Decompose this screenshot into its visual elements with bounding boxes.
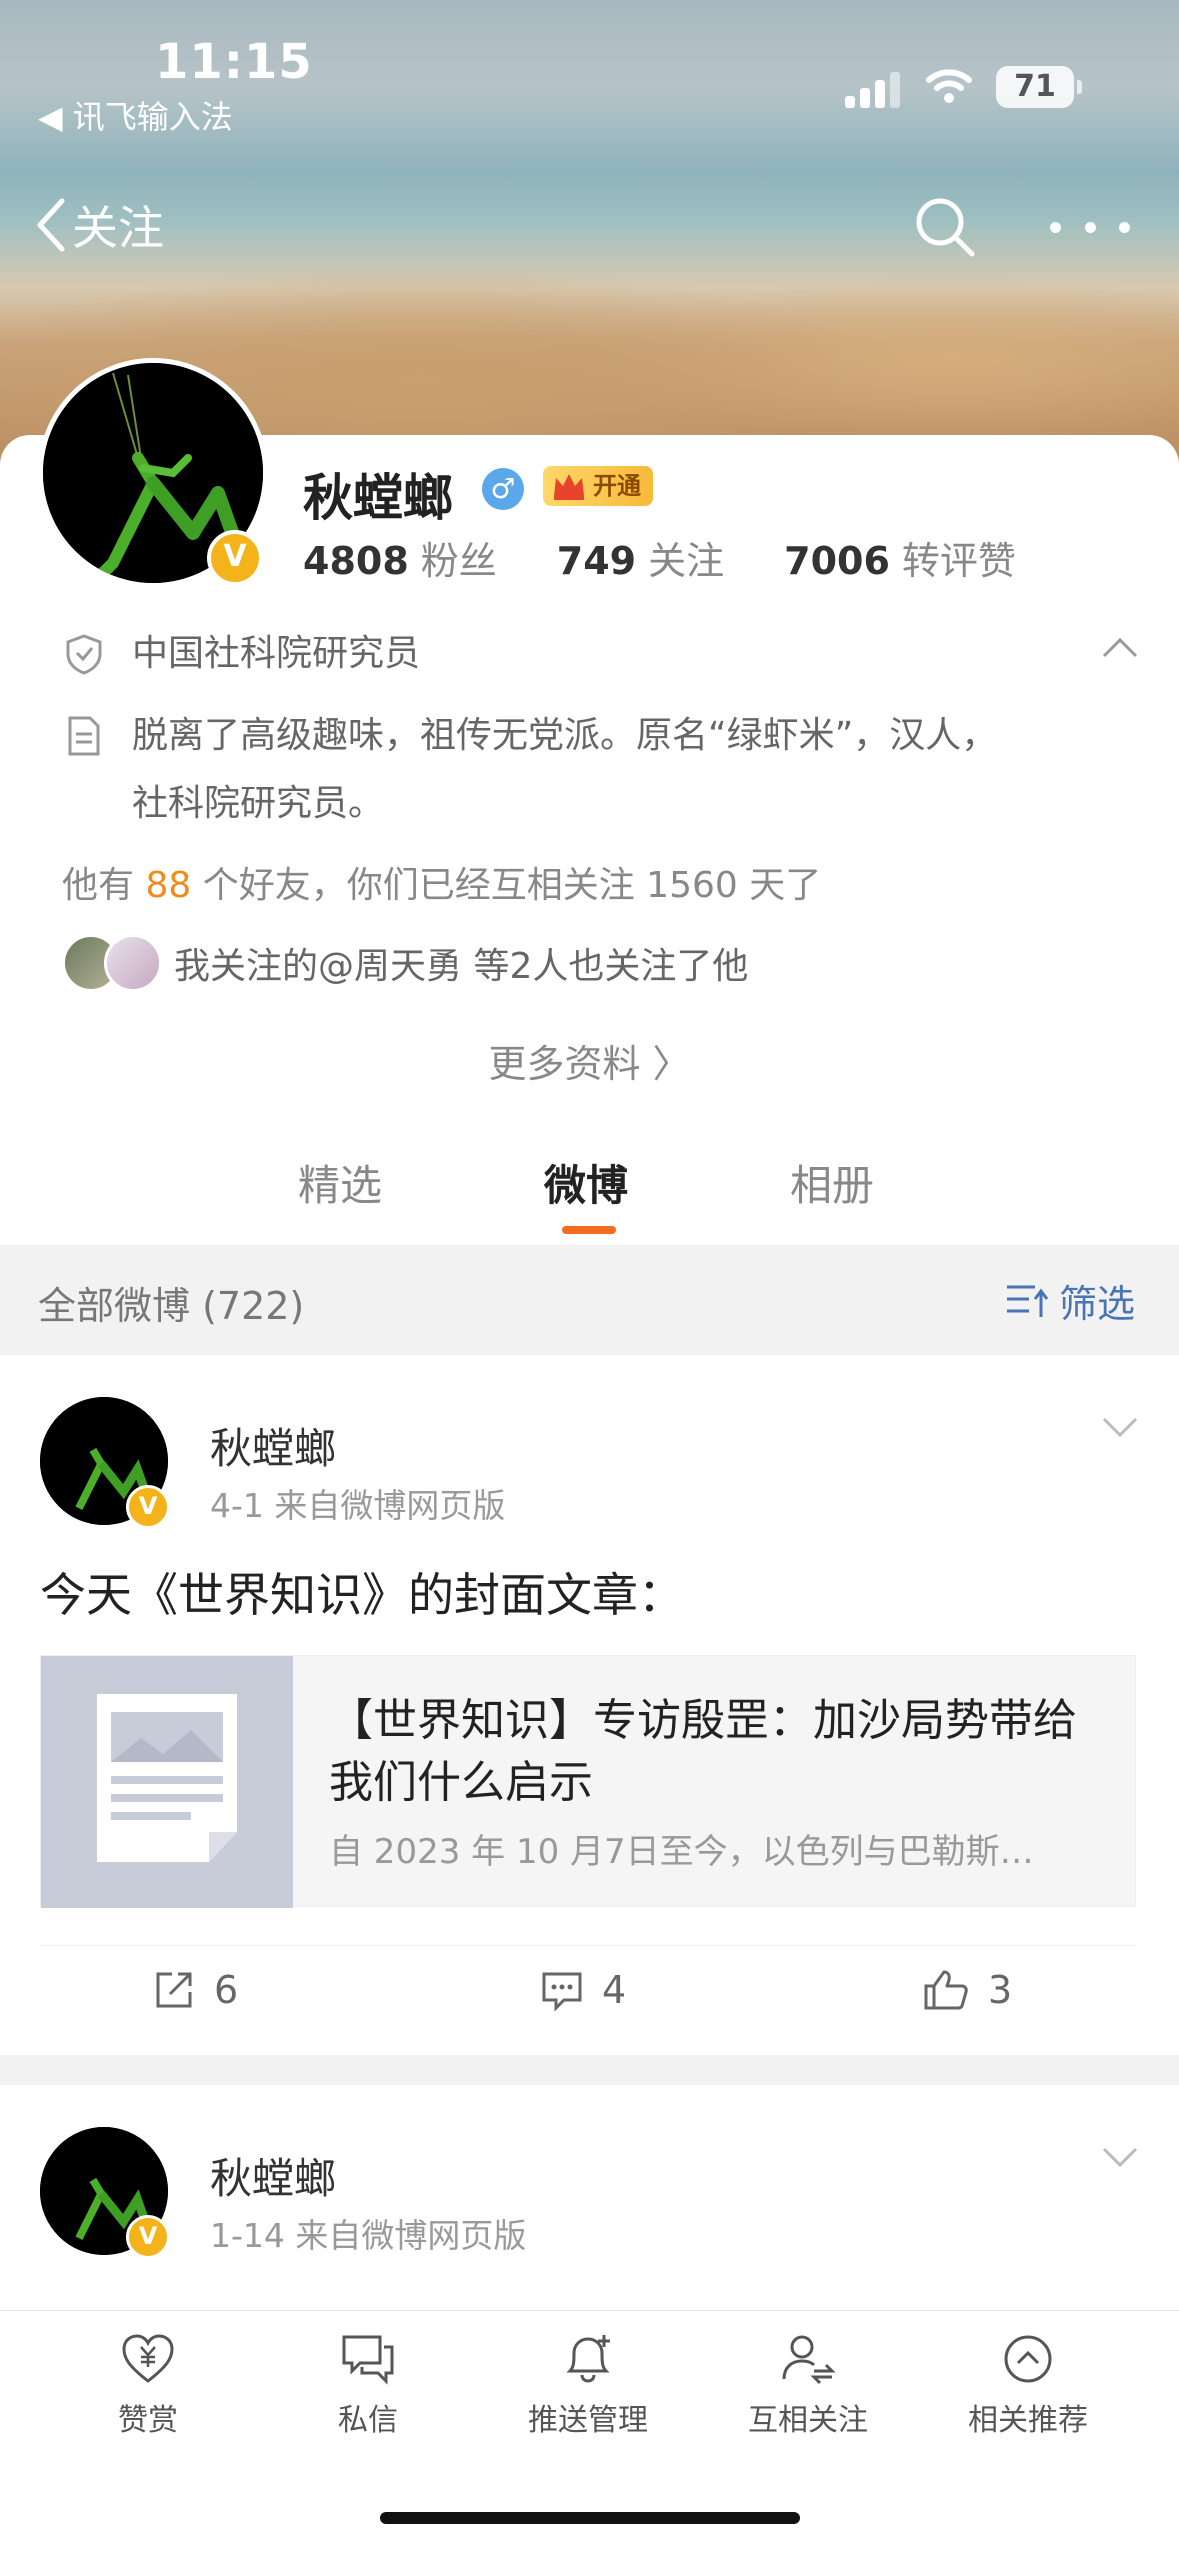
post-card[interactable]: V 秋螳螂 1-14 来自微博网页版 — [0, 2085, 1179, 2315]
document-icon — [68, 716, 100, 756]
mutual-follow-button[interactable]: 互相关注 — [708, 2333, 908, 2439]
chevron-left-icon — [37, 198, 65, 252]
post-meta: 4-1 来自微博网页版 — [210, 1486, 506, 1525]
stat-following[interactable]: 749 关注 — [557, 530, 724, 585]
back-to-app[interactable]: ◀ 讯飞输入法 — [38, 92, 233, 138]
stat-fans[interactable]: 4808 粉丝 — [303, 530, 497, 585]
search-icon[interactable] — [910, 192, 980, 262]
more-options-icon[interactable] — [1050, 192, 1130, 262]
verified-badge-icon: V — [126, 1485, 170, 1529]
friends-summary[interactable]: 他有 88 个好友，你们已经互相关注 1560 天了 — [62, 856, 821, 908]
friends-count: 88 — [145, 865, 192, 906]
recommend-icon — [1004, 2335, 1052, 2383]
mutual-text: 我关注的@周天勇 等2人也关注了他 — [174, 946, 749, 987]
home-indicator — [380, 2512, 800, 2524]
bell-plus-icon — [566, 2335, 610, 2383]
chevron-down-icon[interactable] — [1100, 1411, 1140, 1441]
status-time: 11:15 — [155, 34, 313, 90]
avatar — [104, 934, 162, 992]
cellular-signal-icon — [845, 72, 901, 108]
battery-indicator: 71 — [996, 66, 1082, 108]
document-image-icon — [97, 1694, 237, 1862]
push-management-button[interactable]: 推送管理 — [488, 2333, 688, 2439]
bio-line-1: 脱离了高级趣味，祖传无党派。原名“绿虾米”，汉人， — [132, 715, 998, 756]
filter-bar: 全部微博 (722) 筛选 — [0, 1245, 1179, 1355]
profile-tabs: 精选 微博 相册 — [0, 1140, 1179, 1240]
like-button[interactable]: 3 — [922, 1968, 1012, 2012]
bio-line-2: 社科院研究员。 — [132, 783, 385, 824]
post-author[interactable]: 秋螳螂 — [210, 2145, 336, 2206]
post-text: 今天《世界知识》的封面文章： — [40, 1568, 684, 1622]
profile-stats: 4808 粉丝 749 关注 7006 转评赞 — [303, 530, 1076, 585]
shield-icon — [66, 634, 102, 675]
link-card[interactable]: 【世界知识】专访殷罡：加沙局势带给我们什么启示 自 2023 年 10 月7日至… — [40, 1655, 1136, 1908]
post-actions: 6 4 3 — [40, 1945, 1136, 2055]
article-thumbnail — [41, 1656, 293, 1908]
chevron-down-icon[interactable] — [1100, 2141, 1140, 2171]
verified-badge-icon: V — [126, 2215, 170, 2259]
reward-button[interactable]: 赞赏 — [48, 2333, 248, 2439]
link-summary: 自 2023 年 10 月7日至今，以色列与巴勒斯… — [329, 1832, 1034, 1872]
mutual-followers-row[interactable]: 我关注的@周天勇 等2人也关注了他 — [62, 934, 748, 992]
bio-row: 脱离了高级趣味，祖传无党派。原名“绿虾米”，汉人， 社科院研究员。 — [62, 702, 997, 838]
post-meta: 1-14 来自微博网页版 — [210, 2216, 527, 2255]
stat-interactions[interactable]: 7006 转评赞 — [784, 530, 1016, 585]
heart-yen-icon — [122, 2334, 174, 2383]
more-info-link[interactable]: 更多资料 〉 — [0, 1033, 1179, 1088]
back-button[interactable]: 关注 — [34, 190, 164, 260]
mutual-follow-icon — [782, 2335, 836, 2385]
tab-weibo[interactable]: 微博 — [544, 1152, 628, 1213]
tab-album[interactable]: 相册 — [790, 1152, 874, 1213]
vip-label: 开通 — [593, 472, 641, 500]
crown-icon — [554, 474, 584, 500]
back-label: 关注 — [72, 201, 164, 255]
all-posts-count[interactable]: 全部微博 (722) — [38, 1275, 304, 1330]
repost-button[interactable]: 6 — [152, 1968, 238, 2012]
verification-text: 中国社科院研究员 — [132, 633, 421, 674]
post-author[interactable]: 秋螳螂 — [210, 1415, 336, 1476]
verified-badge-icon: V — [207, 530, 263, 586]
repost-icon — [156, 1972, 192, 2008]
thumbs-up-icon — [924, 1970, 968, 2010]
vip-open-button[interactable]: 开通 — [543, 466, 653, 506]
comment-icon — [542, 1972, 582, 2012]
post-card[interactable]: V 秋螳螂 4-1 来自微博网页版 今天《世界知识》的封面文章： 【世界知识】专… — [0, 1355, 1179, 2055]
verification-row: 中国社科院研究员 — [62, 620, 420, 688]
filter-button[interactable]: 筛选 — [1005, 1273, 1135, 1328]
status-bar: 11:15 ◀ 讯飞输入法 71 — [0, 0, 1179, 160]
related-recommend-button[interactable]: 相关推荐 — [928, 2333, 1128, 2439]
active-tab-indicator — [562, 1226, 616, 1234]
profile-name: 秋螳螂 — [303, 469, 453, 527]
gender-male-icon: ♂ — [482, 468, 524, 510]
tab-featured[interactable]: 精选 — [298, 1152, 382, 1213]
chevron-up-icon[interactable] — [1100, 632, 1140, 662]
comment-button[interactable]: 4 — [540, 1968, 626, 2012]
wifi-icon — [926, 69, 972, 103]
link-title: 【世界知识】专访殷罡：加沙局势带给我们什么启示 — [329, 1695, 1077, 1808]
message-button[interactable]: 私信 — [268, 2333, 468, 2439]
filter-icon — [1006, 1285, 1049, 1317]
message-icon — [342, 2335, 394, 2385]
